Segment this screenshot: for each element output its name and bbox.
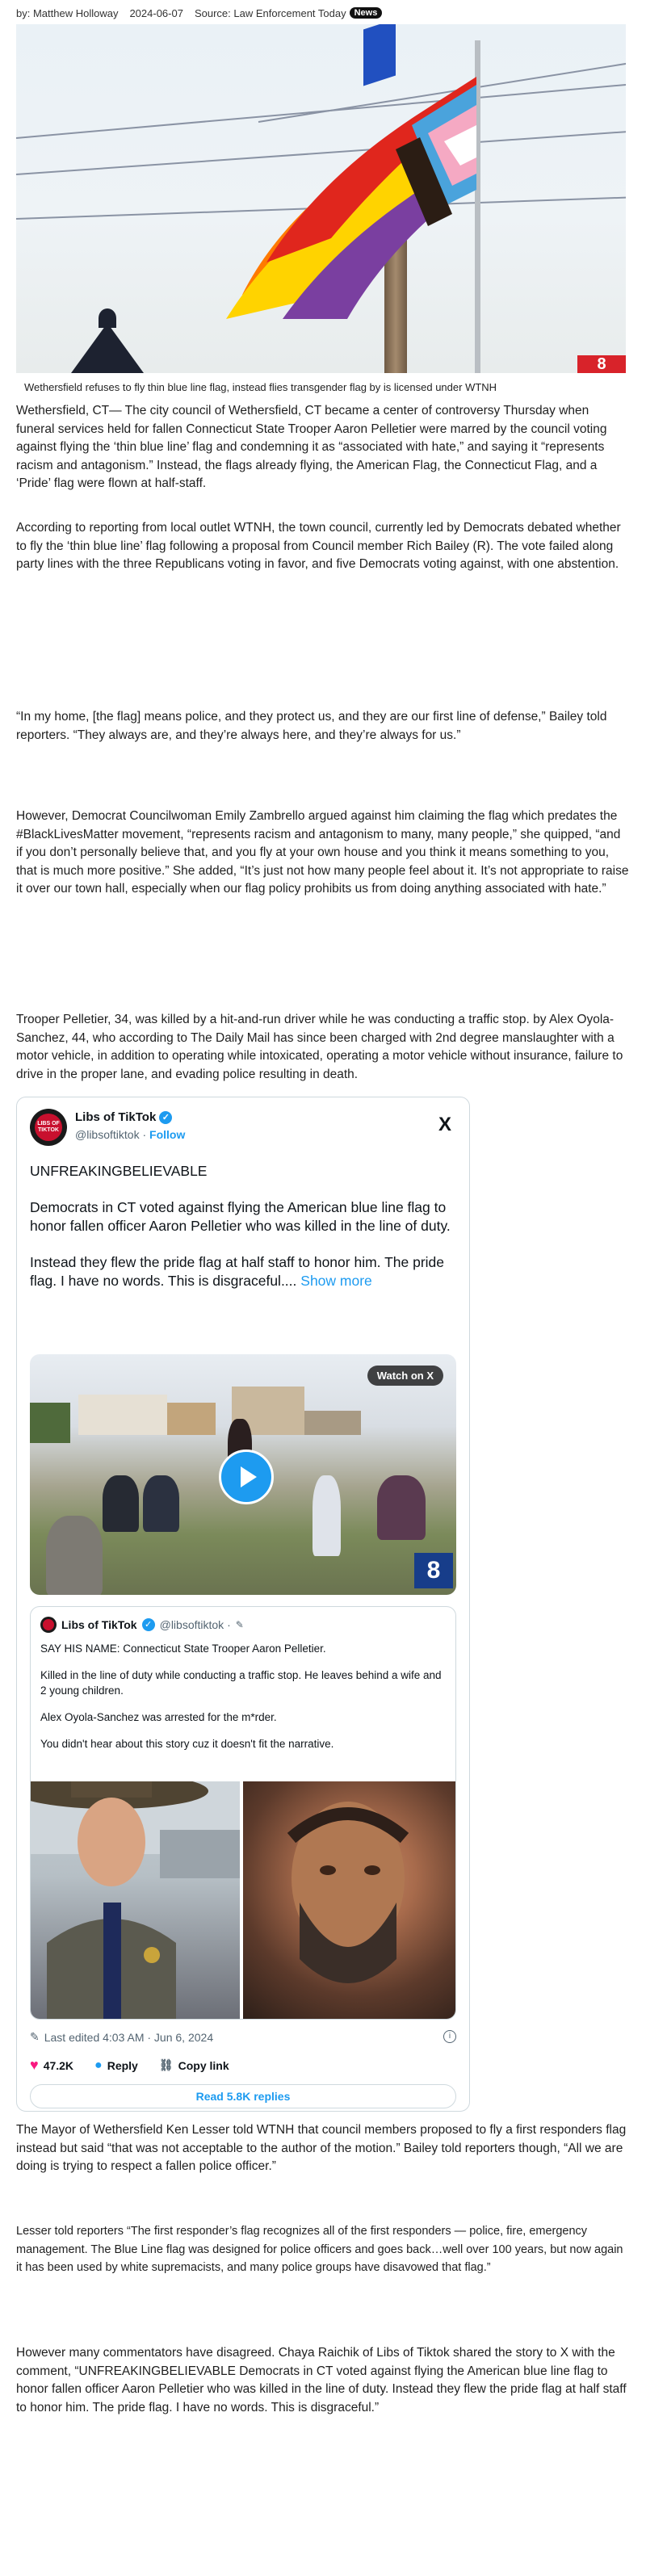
- tweet-header: LIBS OF TIKTOK Libs of TikTok ✓ @libsoft…: [30, 1109, 456, 1149]
- copy-link-button[interactable]: ⛓ Copy link: [159, 2058, 229, 2072]
- tweet-actions: ♥ 47.2K ● Reply ⛓ Copy link: [30, 2057, 229, 2074]
- read-replies-button[interactable]: Read 5.8K replies: [30, 2084, 456, 2108]
- trooper-photo[interactable]: [31, 1781, 240, 2019]
- paragraph-6: The Mayor of Wethersfield Ken Lesser tol…: [16, 2123, 627, 2173]
- link-icon: ⛓: [158, 2058, 174, 2071]
- reply-button[interactable]: ● Reply: [94, 2058, 138, 2073]
- verified-icon: ✓: [141, 1618, 155, 1631]
- embedded-tweet[interactable]: LIBS OF TIKTOK Libs of TikTok ✓ @libsoft…: [16, 1097, 470, 2112]
- avatar: [40, 1617, 57, 1633]
- pencil-icon: ✎: [30, 2030, 40, 2043]
- tweet-author-name[interactable]: Libs of TikTok ✓: [75, 1110, 173, 1124]
- paragraph-4: However, Democrat Councilwoman Emily Zam…: [16, 809, 629, 896]
- like-count: 47.2K: [43, 2058, 74, 2072]
- follow-link[interactable]: Follow: [149, 1128, 185, 1141]
- show-more-link[interactable]: Show more: [300, 1273, 372, 1289]
- author: by: Matthew Holloway: [16, 6, 119, 19]
- watch-on-x-button[interactable]: Watch on X: [367, 1366, 443, 1386]
- suspect-photo[interactable]: [243, 1781, 455, 2019]
- source: Source: Law Enforcement Today: [194, 6, 346, 19]
- play-icon[interactable]: [219, 1450, 274, 1504]
- pride-flag: [210, 77, 476, 319]
- tweet-handle-line: @libsoftiktok · Follow: [75, 1128, 186, 1141]
- reply-icon: ●: [94, 2058, 103, 2072]
- wtnh-logo: 8: [577, 355, 626, 373]
- tweet-edited-meta: ✎ Last edited 4:03 AM · Jun 6, 2024 i: [30, 2030, 456, 2044]
- paragraph-1: Wethersfield, CT— The city council of We…: [16, 404, 607, 490]
- paragraph-3: “In my home, [the flag] means police, an…: [16, 710, 607, 742]
- wtnh-logo: 8: [414, 1553, 453, 1588]
- image-caption: Wethersfield refuses to fly thin blue li…: [24, 381, 497, 393]
- tweet-text: UNFREAKINGBELIEVABLE Democrats in CT vot…: [30, 1163, 451, 1289]
- paragraph-8: However many commentators have disagreed…: [16, 2346, 627, 2414]
- tweet-handle[interactable]: @libsoftiktok: [75, 1128, 140, 1141]
- news-badge: News: [349, 7, 383, 19]
- publish-date: 2024-06-07: [129, 6, 183, 19]
- article-page: by: Matthew Holloway 2024-06-07 Source: …: [16, 0, 630, 2414]
- quoted-tweet[interactable]: Libs of TikTok ✓ @libsoftiktok · ✎ SAY H…: [30, 1606, 456, 2020]
- steeple: [71, 323, 144, 373]
- heart-icon: ♥: [30, 2057, 39, 2073]
- info-icon[interactable]: i: [443, 2030, 456, 2043]
- avatar[interactable]: LIBS OF TIKTOK: [30, 1109, 67, 1146]
- tweet-video[interactable]: Watch on X 8: [30, 1354, 456, 1595]
- hero-image: 8: [16, 24, 626, 373]
- quoted-tweet-header: Libs of TikTok ✓ @libsoftiktok · ✎: [40, 1617, 244, 1633]
- edited-time[interactable]: Last edited 4:03 AM · Jun 6, 2024: [44, 2031, 213, 2044]
- quoted-tweet-text: SAY HIS NAME: Connecticut State Trooper …: [40, 1643, 442, 1750]
- paragraph-7: Lesser told reporters “The first respond…: [16, 2225, 623, 2274]
- pencil-icon: ✎: [235, 1619, 244, 1630]
- paragraph-2: According to reporting from local outlet…: [16, 521, 621, 571]
- byline: by: Matthew Holloway 2024-06-07 Source: …: [16, 0, 630, 24]
- like-button[interactable]: ♥ 47.2K: [30, 2057, 73, 2074]
- x-logo-icon[interactable]: X: [438, 1114, 451, 1136]
- verified-icon: ✓: [159, 1110, 173, 1124]
- paragraph-5: Trooper Pelletier, 34, was killed by a h…: [16, 1013, 623, 1081]
